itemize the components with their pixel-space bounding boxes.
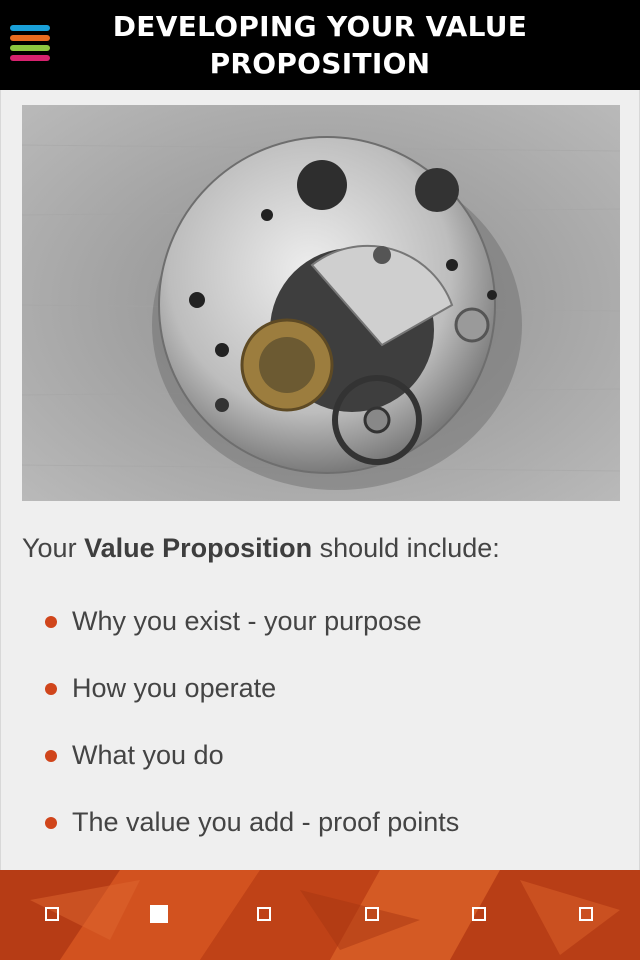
bullet-dot-icon (45, 682, 57, 695)
watch-movement-photo (22, 105, 620, 501)
pager-footer (0, 870, 640, 960)
page-indicator-3[interactable] (257, 907, 271, 921)
page-indicator-5[interactable] (472, 907, 486, 921)
content-panel: Your Value Proposition should include: W… (0, 90, 640, 870)
page-indicator-6[interactable] (579, 907, 593, 921)
hamburger-menu-icon[interactable] (10, 25, 50, 65)
list-item: What you do (45, 722, 459, 789)
bullet-dot-icon (45, 615, 57, 628)
intro-text: Your Value Proposition should include: (22, 533, 500, 563)
list-item: Why you exist - your purpose (45, 588, 459, 655)
page-indicator-1[interactable] (45, 907, 59, 921)
list-item: How you operate (45, 655, 459, 722)
page-indicator-2[interactable] (150, 905, 168, 923)
footer-background (0, 870, 640, 960)
bullet-dot-icon (45, 749, 57, 762)
intro-emphasis: Value Proposition (84, 533, 313, 563)
app-header: DEVELOPING YOUR VALUE PROPOSITION (0, 0, 640, 90)
page-indicator-4[interactable] (365, 907, 379, 921)
bullet-dot-icon (45, 816, 57, 829)
list-item: The value you add - proof points (45, 789, 459, 856)
bullet-list: Why you exist - your purpose How you ope… (45, 588, 459, 856)
page-title: DEVELOPING YOUR VALUE PROPOSITION (112, 10, 528, 80)
